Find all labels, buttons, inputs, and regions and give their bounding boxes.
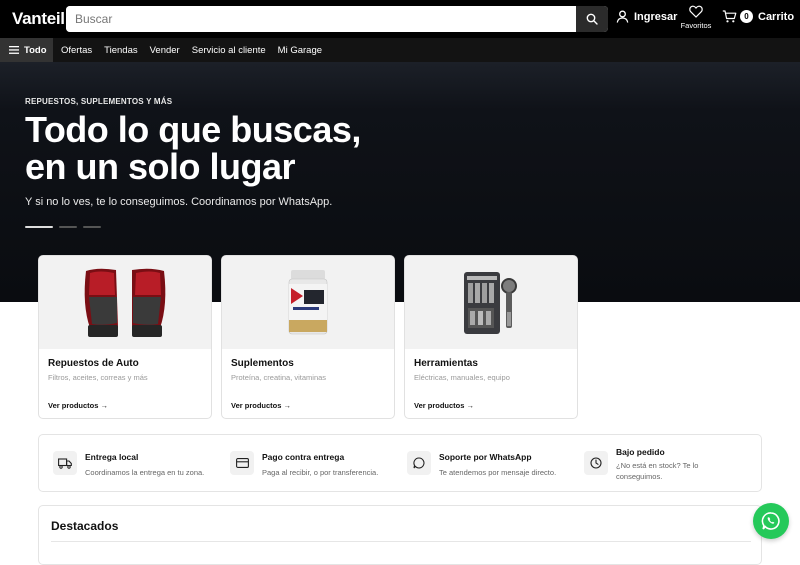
- featured-divider: [51, 541, 751, 542]
- feature-desc-line-1: ¿No está en stock? Te lo: [616, 461, 699, 470]
- search-button[interactable]: [576, 6, 608, 32]
- whatsapp-float-button[interactable]: [753, 503, 789, 539]
- login-button[interactable]: Ingresar: [616, 10, 677, 23]
- category-image-toolset: [405, 256, 577, 349]
- heart-icon: [689, 5, 703, 18]
- login-label: Ingresar: [634, 10, 678, 23]
- category-link[interactable]: Ver productos →: [231, 401, 291, 410]
- category-name: Herramientas: [414, 358, 478, 369]
- feature-pago-contra-entrega: Pago contra entrega Paga al recibir, o p…: [230, 451, 378, 478]
- feature-desc-line-2: conseguimos.: [616, 472, 663, 481]
- search-bar: [66, 6, 608, 32]
- nav-item-ofertas[interactable]: Ofertas: [61, 45, 92, 56]
- feature-desc: Te atendemos por mensaje directo.: [439, 468, 557, 477]
- search-icon: [586, 13, 598, 25]
- feature-desc: Coordinamos la entrega en tu zona.: [85, 468, 205, 477]
- carousel-dot-2[interactable]: [59, 226, 77, 228]
- nav-item-mi-garage[interactable]: Mi Garage: [278, 45, 322, 56]
- hero-title-line-2: en un solo lugar: [25, 146, 296, 187]
- cart-count-badge: 0: [740, 10, 753, 23]
- clock-icon: [584, 451, 608, 475]
- nav-item-servicio-cliente[interactable]: Servicio al cliente: [192, 45, 266, 56]
- category-desc: Eléctricas, manuales, equipo: [414, 373, 510, 382]
- nav-item-tiendas[interactable]: Tiendas: [104, 45, 137, 56]
- features-strip: Entrega local Coordinamos la entrega en …: [38, 434, 762, 492]
- feature-bajo-pedido: Bajo pedido ¿No está en stock? Te lo con…: [584, 446, 698, 482]
- category-name: Suplementos: [231, 358, 294, 369]
- featured-section: Destacados: [38, 505, 762, 565]
- featured-title: Destacados: [51, 519, 119, 533]
- category-link[interactable]: Ver productos →: [48, 401, 108, 410]
- nav-bar: Todo Ofertas Tiendas Vender Servicio al …: [0, 38, 800, 62]
- feature-desc: Paga al recibir, o por transferencia.: [262, 468, 379, 477]
- category-name: Repuestos de Auto: [48, 358, 139, 369]
- carousel-dot-3[interactable]: [83, 226, 101, 228]
- logo[interactable]: Vanteil: [12, 9, 65, 29]
- nav-item-vender[interactable]: Vender: [150, 45, 180, 56]
- category-link[interactable]: Ver productos →: [414, 401, 474, 410]
- feature-soporte-whatsapp: Soporte por WhatsApp Te atendemos por me…: [407, 451, 556, 478]
- nav-all-label: Todo: [24, 44, 47, 56]
- hero-title-line-1: Todo lo que buscas,: [25, 109, 361, 150]
- feature-title: Entrega local: [85, 452, 139, 462]
- category-desc: Proteína, creatina, vitaminas: [231, 373, 327, 382]
- hero-subtitle: Y si no lo ves, te lo conseguimos. Coord…: [25, 196, 333, 208]
- card-icon: [230, 451, 254, 475]
- feature-title: Pago contra entrega: [262, 452, 345, 462]
- user-icon: [616, 10, 629, 23]
- category-card-repuestos[interactable]: Repuestos de Auto Filtros, aceites, corr…: [38, 255, 212, 419]
- cart-icon: [722, 10, 737, 23]
- top-bar: Vanteil Ingresar Favoritos 0 Carrito: [0, 0, 800, 38]
- category-image-protein: [222, 256, 394, 349]
- cart-label: Carrito: [758, 10, 795, 23]
- carousel-dot-1[interactable]: [25, 226, 53, 228]
- feature-entrega-local: Entrega local Coordinamos la entrega en …: [53, 451, 204, 478]
- category-image-taillights: [39, 256, 211, 349]
- category-desc: Filtros, aceites, correas y más: [48, 373, 148, 382]
- feature-desc: ¿No está en stock? Te lo conseguimos.: [616, 460, 698, 482]
- search-input[interactable]: [66, 6, 576, 32]
- favorites-button[interactable]: Favoritos: [680, 5, 712, 30]
- carousel-dots: [25, 226, 107, 228]
- hero-title: Todo lo que buscas, en un solo lugar: [25, 111, 445, 185]
- menu-icon: [9, 46, 19, 54]
- feature-title: Soporte por WhatsApp: [439, 452, 532, 462]
- category-card-herramientas[interactable]: Herramientas Eléctricas, manuales, equip…: [404, 255, 578, 419]
- hero-kicker: REPUESTOS, SUPLEMENTOS Y MÁS: [25, 97, 173, 106]
- cart-button[interactable]: 0 Carrito: [722, 10, 794, 23]
- truck-icon: [53, 451, 77, 475]
- feature-title: Bajo pedido: [616, 447, 665, 457]
- nav-all-menu-button[interactable]: Todo: [0, 38, 53, 62]
- favorites-label: Favoritos: [680, 21, 712, 30]
- whatsapp-icon: [761, 512, 780, 530]
- category-card-suplementos[interactable]: Suplementos Proteína, creatina, vitamina…: [221, 255, 395, 419]
- chat-icon: [407, 451, 431, 475]
